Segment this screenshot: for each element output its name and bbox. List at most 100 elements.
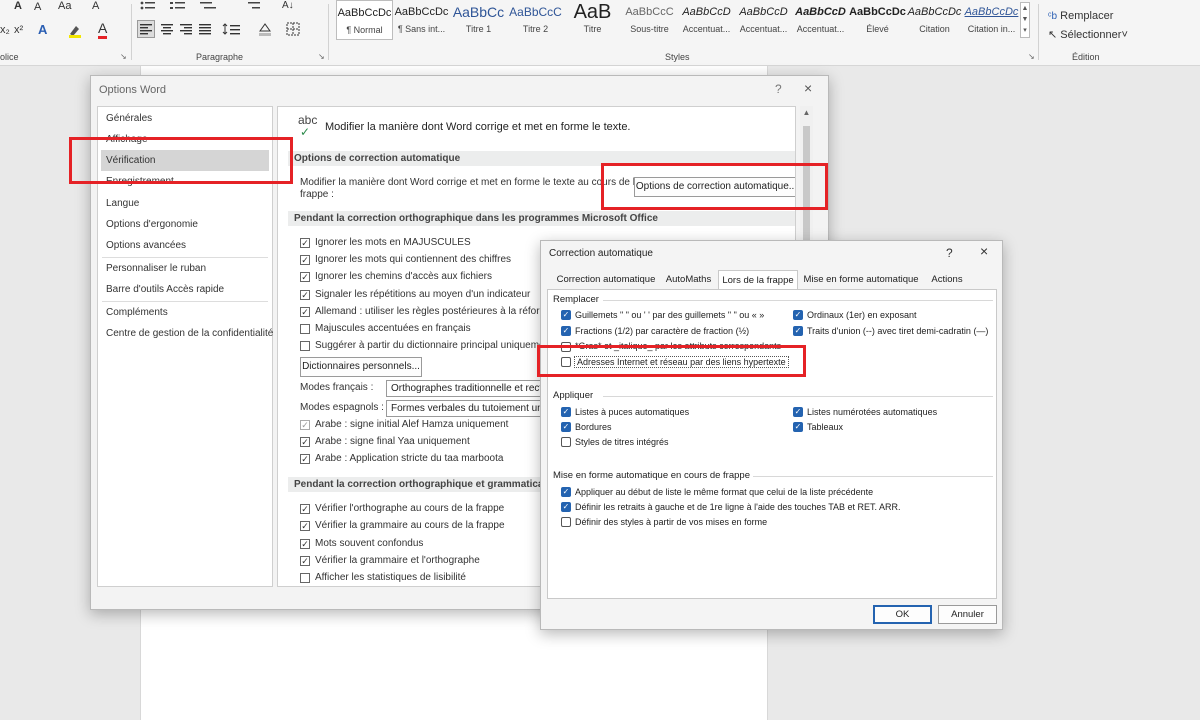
style-heading1[interactable]: AaBbCc Titre 1 — [450, 0, 507, 40]
style-accent2[interactable]: AaBbCcD Accentuat... — [735, 0, 792, 40]
checkbox-smart-quotes[interactable]: ✓ — [561, 310, 571, 320]
checkbox-define-styles[interactable] — [561, 517, 571, 527]
numbering-icon[interactable] — [170, 0, 188, 13]
align-center-icon[interactable] — [159, 21, 175, 40]
help-button[interactable]: ? — [775, 82, 782, 96]
checkbox-arabic-taa[interactable]: ✓ — [300, 454, 310, 464]
font-color-button[interactable]: A — [98, 20, 108, 39]
group-apply-label: Appliquer — [553, 390, 594, 401]
nav-item-langue[interactable]: Langue — [106, 198, 139, 209]
tab-actions[interactable]: Actions — [924, 270, 970, 289]
cancel-button[interactable]: Annuler — [938, 605, 997, 624]
sort-icon[interactable]: A↓ — [282, 0, 294, 11]
checkbox-tab-indents[interactable]: ✓ — [561, 502, 571, 512]
checkbox-check-grammar[interactable]: ✓ — [300, 521, 310, 531]
checkbox-french-accents[interactable] — [300, 324, 310, 334]
checkbox-confused-words[interactable]: ✓ — [300, 539, 310, 549]
option-label: Suggérer à partir du dictionnaire princi… — [315, 340, 545, 351]
nav-item-acces-rapide[interactable]: Barre d'outils Accès rapide — [106, 284, 224, 295]
style-sample: AaBbCcDc — [337, 7, 392, 19]
checkbox-hyphens[interactable]: ✓ — [793, 326, 803, 336]
checkbox-check-spelling[interactable]: ✓ — [300, 504, 310, 514]
shading-icon[interactable] — [256, 21, 274, 40]
ribbon-divider — [131, 4, 132, 60]
modes-es-select[interactable]: Formes verbales du tutoiement uniq — [386, 400, 546, 417]
checkbox-arabic-yaa[interactable]: ✓ — [300, 437, 310, 447]
checkbox-tables[interactable]: ✓ — [793, 422, 803, 432]
tab-automaths[interactable]: AutoMaths — [661, 270, 716, 289]
text-effects-button[interactable]: A — [38, 22, 47, 37]
nav-item-ergonomie[interactable]: Options d'ergonomie — [106, 219, 198, 230]
checkbox-german-rules[interactable]: ✓ — [300, 307, 310, 317]
style-no-spacing[interactable]: AaBbCcDc ¶ Sans int... — [393, 0, 450, 40]
change-case-button[interactable]: Aa — [58, 0, 71, 12]
checkbox-borders[interactable]: ✓ — [561, 422, 571, 432]
font-shrink-button[interactable]: A — [34, 1, 41, 13]
style-name: Titre 2 — [522, 24, 549, 34]
borders-icon[interactable] — [285, 21, 301, 40]
dialog-launcher-icon[interactable]: ↘ — [120, 52, 127, 61]
checkbox-grammar-and-spelling[interactable]: ✓ — [300, 556, 310, 566]
checkbox-heading-styles[interactable] — [561, 437, 571, 447]
style-intense-quote[interactable]: AaBbCcDc Citation in... — [963, 0, 1020, 40]
nav-item-generales[interactable]: Générales — [106, 113, 152, 124]
tab-lors-de-la-frappe[interactable]: Lors de la frappe — [718, 270, 798, 290]
dialog-launcher-icon[interactable]: ↘ — [318, 52, 325, 61]
checkbox-ordinals[interactable]: ✓ — [793, 310, 803, 320]
checkbox-list-format[interactable]: ✓ — [561, 487, 571, 497]
align-left-icon — [140, 24, 152, 35]
checkbox-main-dictionary[interactable] — [300, 341, 310, 351]
checkbox-fractions[interactable]: ✓ — [561, 326, 571, 336]
modes-fr-select[interactable]: Orthographes traditionnelle et rectif — [386, 380, 546, 397]
checkbox-ignore-numbers[interactable]: ✓ — [300, 255, 310, 265]
custom-dictionaries-button[interactable]: Dictionnaires personnels... — [300, 357, 422, 377]
style-accent3[interactable]: AaBbCcD Accentuat... — [792, 0, 849, 40]
style-accent1[interactable]: AaBbCcD Accentuat... — [678, 0, 735, 40]
style-quote[interactable]: AaBbCcDc Citation — [906, 0, 963, 40]
select-button[interactable]: ↖ Sélectionner˅ — [1048, 28, 1128, 41]
close-button[interactable]: × — [804, 80, 812, 96]
style-heading2[interactable]: AaBbCcC Titre 2 — [507, 0, 564, 40]
checkbox-flag-repeats[interactable]: ✓ — [300, 290, 310, 300]
option-label: Guillemets " " ou ' ' par des guillemets… — [575, 310, 765, 320]
close-button[interactable]: × — [980, 243, 988, 259]
nav-item-complements[interactable]: Compléments — [106, 307, 168, 318]
checkbox-ignore-paths[interactable]: ✓ — [300, 272, 310, 282]
replace-button[interactable]: ᶜb Remplacer — [1048, 10, 1113, 22]
style-strong[interactable]: AaBbCcDc Élevé — [849, 0, 906, 40]
multilevel-list-icon[interactable] — [200, 0, 218, 13]
align-right-icon[interactable] — [178, 21, 194, 40]
superscript-button[interactable]: x² — [14, 24, 23, 36]
subscript-button[interactable]: x₂ — [0, 24, 10, 36]
align-left-button[interactable] — [137, 20, 155, 38]
styles-scroll-buttons[interactable]: ▲ ▼ ▾ — [1020, 2, 1030, 38]
help-button[interactable]: ? — [946, 246, 953, 260]
dialog-launcher-icon[interactable]: ↘ — [1028, 52, 1035, 61]
style-title[interactable]: AaB Titre — [564, 0, 621, 40]
indent-icon[interactable] — [248, 0, 262, 13]
tab-mise-en-forme-auto[interactable]: Mise en forme automatique — [801, 270, 921, 289]
checkbox-readability-stats[interactable] — [300, 573, 310, 583]
tab-correction-automatique[interactable]: Correction automatique — [549, 270, 663, 289]
highlight-box-verification — [69, 137, 293, 184]
bullets-icon[interactable] — [140, 0, 158, 13]
checkbox-numbered-lists[interactable]: ✓ — [793, 407, 803, 417]
scroll-up-icon[interactable]: ▲ — [801, 108, 812, 117]
clear-format-button[interactable]: A — [92, 0, 99, 12]
style-normal[interactable]: AaBbCcDc ¶ Normal — [336, 0, 393, 40]
option-label: Mots souvent confondus — [315, 538, 424, 549]
highlight-button[interactable] — [67, 22, 83, 41]
ok-button[interactable]: OK — [873, 605, 932, 624]
checkbox-arabic-alef[interactable]: ✓ — [300, 420, 310, 430]
nav-item-confidentialite[interactable]: Centre de gestion de la confidentialité — [106, 328, 273, 339]
option-label: Arabe : signe initial Alef Hamza uniquem… — [315, 419, 509, 430]
dialog-title: Options Word — [99, 84, 167, 96]
style-subtitle[interactable]: AaBbCcC Sous-titre — [621, 0, 678, 40]
checkbox-bulleted-lists[interactable]: ✓ — [561, 407, 571, 417]
justify-icon[interactable] — [197, 21, 213, 40]
nav-item-ruban[interactable]: Personnaliser le ruban — [106, 263, 206, 274]
line-spacing-icon[interactable] — [222, 21, 244, 40]
nav-item-avancees[interactable]: Options avancées — [106, 240, 186, 251]
checkbox-ignore-uppercase[interactable]: ✓ — [300, 238, 310, 248]
font-grow-button[interactable]: A — [14, 0, 22, 12]
